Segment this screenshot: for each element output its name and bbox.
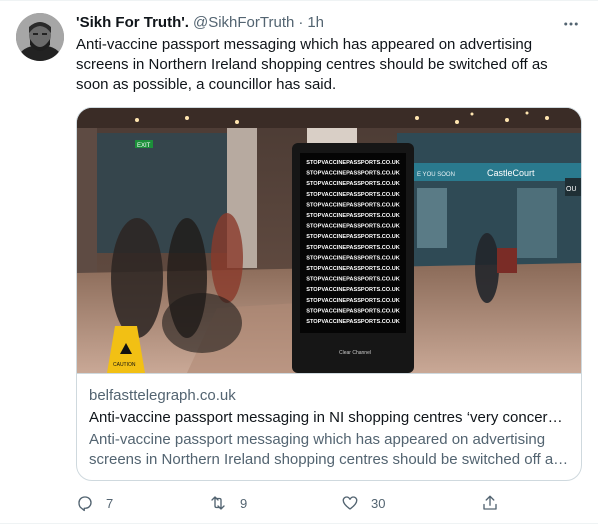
retweet-button[interactable]: 9 xyxy=(208,491,247,515)
shopping-centre-photo: CastleCourt E YOU SOON OU EXIT CAUTION S… xyxy=(77,108,581,373)
reply-button[interactable]: 7 xyxy=(76,491,113,515)
ad-screen-line: STOPVACCINEPASSPORTS.CO.UK xyxy=(306,298,400,304)
card-image: CastleCourt E YOU SOON OU EXIT CAUTION S… xyxy=(77,108,581,373)
tweet[interactable]: 'Sikh For Truth'. @SikhForTruth · 1h Ant… xyxy=(0,0,598,524)
ad-screen-line: STOPVACCINEPASSPORTS.CO.UK xyxy=(306,192,400,198)
ad-screen-line: STOPVACCINEPASSPORTS.CO.UK xyxy=(306,234,400,240)
avatar-image xyxy=(16,13,64,61)
share-button[interactable] xyxy=(481,491,499,515)
ad-screen-line: STOPVACCINEPASSPORTS.CO.UK xyxy=(306,181,400,187)
more-options-button[interactable] xyxy=(558,11,584,37)
more-horizontal-icon xyxy=(564,22,578,26)
user-handle[interactable]: @SikhForTruth xyxy=(193,14,294,31)
ad-screen-line: STOPVACCINEPASSPORTS.CO.UK xyxy=(306,255,400,261)
ad-screen-line: STOPVACCINEPASSPORTS.CO.UK xyxy=(306,202,400,208)
ad-screen-line: STOPVACCINEPASSPORTS.CO.UK xyxy=(306,160,400,166)
display-name[interactable]: 'Sikh For Truth'. xyxy=(76,14,189,31)
ad-screen-line: STOPVACCINEPASSPORTS.CO.UK xyxy=(306,245,400,251)
caution-sign-label: CAUTION xyxy=(113,362,136,368)
ad-screen-line: STOPVACCINEPASSPORTS.CO.UK xyxy=(306,277,400,283)
card-meta: belfasttelegraph.co.uk Anti-vaccine pass… xyxy=(77,373,581,480)
retweet-count: 9 xyxy=(240,495,248,511)
share-icon xyxy=(483,495,497,510)
ad-screen-line: STOPVACCINEPASSPORTS.CO.UK xyxy=(306,213,400,219)
ad-screen-line: STOPVACCINEPASSPORTS.CO.UK xyxy=(306,171,400,177)
separator-dot: · xyxy=(298,13,304,31)
like-button[interactable]: 30 xyxy=(341,491,385,515)
heart-icon xyxy=(342,496,358,510)
ad-screen-line: STOPVACCINEPASSPORTS.CO.UK xyxy=(306,224,400,230)
card-title: Anti-vaccine passport messaging in NI sh… xyxy=(89,409,569,426)
tweet-header: 'Sikh For Truth'. @SikhForTruth · 1h xyxy=(76,12,324,32)
ad-screen-line: STOPVACCINEPASSPORTS.CO.UK xyxy=(306,308,400,314)
retweet-icon xyxy=(211,496,225,510)
ad-screen-line: STOPVACCINEPASSPORTS.CO.UK xyxy=(306,287,400,293)
link-card[interactable]: CastleCourt E YOU SOON OU EXIT CAUTION S… xyxy=(76,107,582,481)
ad-screen-line: STOPVACCINEPASSPORTS.CO.UK xyxy=(306,266,400,272)
store-sign: CastleCourt xyxy=(487,168,535,178)
reply-count: 7 xyxy=(106,495,114,511)
exit-sign: EXIT xyxy=(137,143,151,149)
tweet-text: Anti-vaccine passport messaging which ha… xyxy=(76,36,548,93)
ad-screen-line: STOPVACCINEPASSPORTS.CO.UK xyxy=(306,319,400,325)
card-description: Anti-vaccine passport messaging which ha… xyxy=(89,431,561,468)
store-sign-ou: OU xyxy=(566,186,577,193)
reply-icon xyxy=(78,496,92,512)
avatar[interactable] xyxy=(16,13,64,61)
ad-screen-brand: Clear Channel xyxy=(339,350,371,356)
timestamp[interactable]: 1h xyxy=(307,14,324,31)
like-count: 30 xyxy=(371,495,386,511)
store-sign-you-soon: E YOU SOON xyxy=(417,172,455,178)
tweet-actions: 7 9 30 xyxy=(76,491,506,515)
card-domain: belfasttelegraph.co.uk xyxy=(89,387,236,404)
